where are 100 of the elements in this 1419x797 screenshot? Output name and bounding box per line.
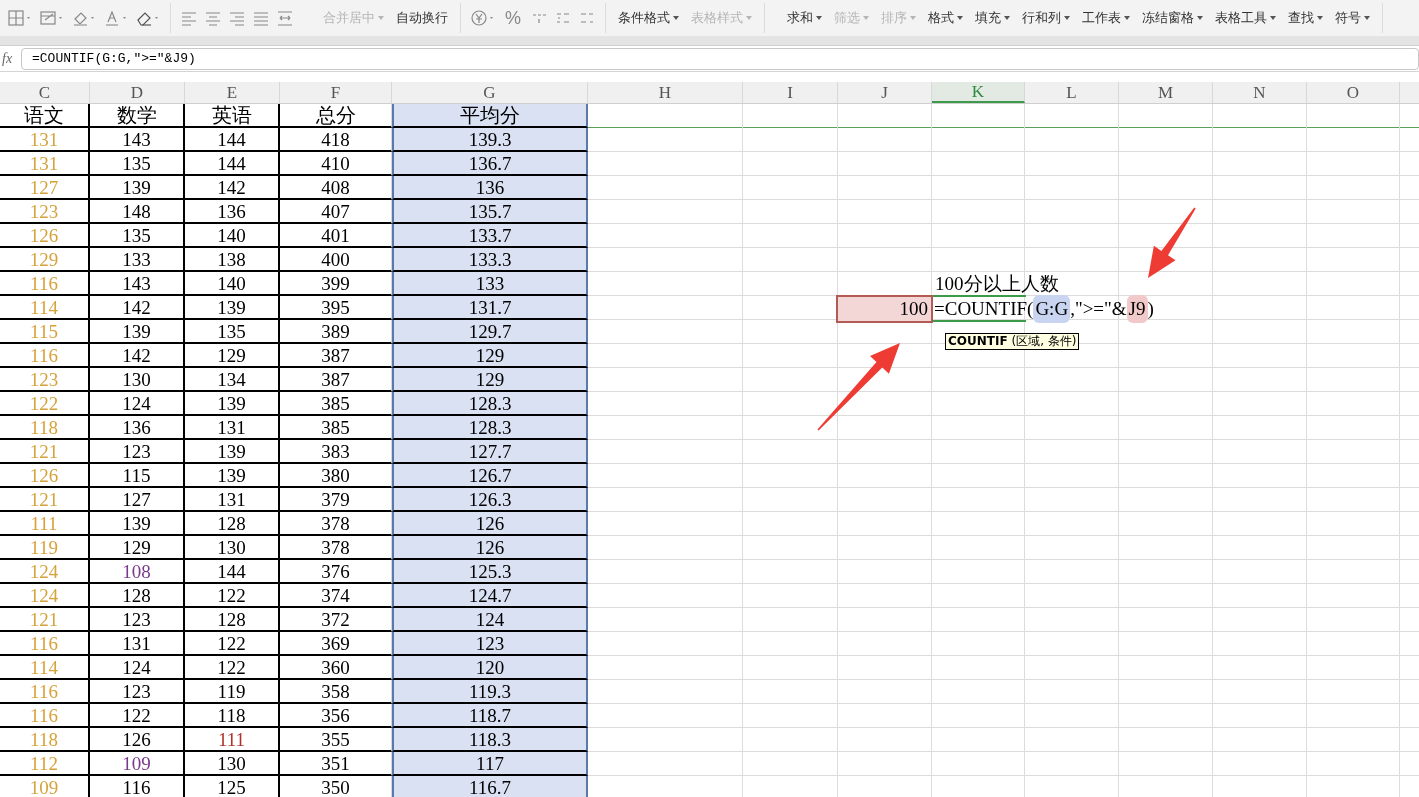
table-cell: 122: [185, 632, 280, 656]
function-tooltip: COUNTIF (区域, 条件): [945, 333, 1080, 350]
table-cell: 122: [185, 584, 280, 608]
table-cell: 111: [0, 512, 90, 536]
table-cell: 135.7: [392, 200, 588, 224]
table-cell: 124: [392, 608, 588, 632]
toolbar-button[interactable]: 自动换行: [390, 6, 454, 30]
table-cell: 144: [185, 152, 280, 176]
cell-editor[interactable]: =COUNTIF(G:G,">="&J9): [934, 297, 1154, 321]
column-header[interactable]: F: [280, 82, 392, 103]
table-cell: 119.3: [392, 680, 588, 704]
table-cell: 130: [185, 536, 280, 560]
table-cell: 116.7: [392, 776, 588, 797]
table-cell: 139: [185, 464, 280, 488]
table-cell: 129: [185, 344, 280, 368]
table-cell: 121: [0, 488, 90, 512]
table-cell: 126.3: [392, 488, 588, 512]
table-cell: 114: [0, 296, 90, 320]
table-cell: 130: [90, 368, 185, 392]
table-cell: 123: [90, 680, 185, 704]
table-cell: 114: [0, 656, 90, 680]
table-cell: 140: [185, 224, 280, 248]
table-cell: 131: [185, 416, 280, 440]
table-cell: 125: [185, 776, 280, 797]
toolbar-button[interactable]: 求和: [781, 6, 828, 30]
table-cell: 136: [90, 416, 185, 440]
table-cell: 129: [90, 536, 185, 560]
table-cell: 135: [185, 320, 280, 344]
table-cell: 127.7: [392, 440, 588, 464]
toolbar-button[interactable]: 格式: [922, 6, 969, 30]
table-cell: 116: [0, 632, 90, 656]
table-cell: 139: [185, 392, 280, 416]
table-cell: 144: [185, 128, 280, 152]
toolbar-button[interactable]: 查找: [1282, 6, 1329, 30]
column-header[interactable]: G: [392, 82, 588, 103]
column-title: 数学: [90, 104, 185, 128]
table-cell: 133: [90, 248, 185, 272]
column-header[interactable]: E: [185, 82, 280, 103]
table-cell: 116: [0, 704, 90, 728]
column-header[interactable]: N: [1213, 82, 1307, 103]
table-cell: 128: [90, 584, 185, 608]
pointer-arrow: [1148, 207, 1196, 278]
table-cell: 143: [90, 128, 185, 152]
table-cell: 133: [392, 272, 588, 296]
table-cell: 122: [185, 656, 280, 680]
table-cell: 131: [0, 152, 90, 176]
table-cell: 139: [90, 176, 185, 200]
table-cell: 126: [392, 536, 588, 560]
column-header[interactable]: I: [743, 82, 838, 103]
table-cell: 122: [90, 704, 185, 728]
column-header[interactable]: C: [0, 82, 90, 103]
toolbar-button[interactable]: 工作表: [1076, 6, 1136, 30]
table-cell: 139: [90, 320, 185, 344]
table-cell: 125.3: [392, 560, 588, 584]
table-cell: 109: [90, 752, 185, 776]
toolbar-button[interactable]: 表格工具: [1209, 6, 1282, 30]
table-cell: 119: [0, 536, 90, 560]
column-header[interactable]: L: [1025, 82, 1119, 103]
table-cell: 126: [0, 224, 90, 248]
toolbar-button[interactable]: 符号: [1329, 6, 1376, 30]
table-cell: 124: [0, 584, 90, 608]
table-cell: 138: [185, 248, 280, 272]
table-cell: 136.7: [392, 152, 588, 176]
table-cell: 139: [90, 512, 185, 536]
column-header[interactable]: H: [588, 82, 743, 103]
toolbar-button[interactable]: 填充: [969, 6, 1016, 30]
table-cell: 142: [185, 176, 280, 200]
table-cell: 124: [0, 560, 90, 584]
table-cell: 127: [0, 176, 90, 200]
column-header[interactable]: O: [1307, 82, 1400, 103]
table-cell: 118: [0, 416, 90, 440]
table-cell: 124: [90, 656, 185, 680]
table-cell: 135: [90, 224, 185, 248]
table-cell: 124: [90, 392, 185, 416]
table-cell: 135: [90, 152, 185, 176]
table-cell: 129: [392, 368, 588, 392]
table-cell: 129.7: [392, 320, 588, 344]
table-cell: 108: [90, 560, 185, 584]
table-cell: 129: [0, 248, 90, 272]
toolbar-button[interactable]: 冻结窗格: [1136, 6, 1209, 30]
table-cell: 142: [90, 344, 185, 368]
table-cell: 133.7: [392, 224, 588, 248]
table-cell: 130: [185, 752, 280, 776]
table-cell: 128: [185, 512, 280, 536]
table-cell: 112: [0, 752, 90, 776]
toolbar-button[interactable]: 条件格式: [612, 6, 685, 30]
table-cell: 131: [185, 488, 280, 512]
table-cell: 129: [392, 344, 588, 368]
toolbar-button[interactable]: 行和列: [1016, 6, 1076, 30]
formula-field[interactable]: =COUNTIF(G:G,">="&J9): [21, 47, 1419, 70]
table-cell: 124.7: [392, 584, 588, 608]
table-cell: 115: [0, 320, 90, 344]
table-cell: 127: [90, 488, 185, 512]
table-cell: 118.7: [392, 704, 588, 728]
table-cell: 122: [0, 392, 90, 416]
table-cell: 144: [185, 560, 280, 584]
table-cell: 131: [0, 128, 90, 152]
column-header[interactable]: M: [1119, 82, 1213, 103]
table-cell: 143: [90, 272, 185, 296]
column-header[interactable]: D: [90, 82, 185, 103]
